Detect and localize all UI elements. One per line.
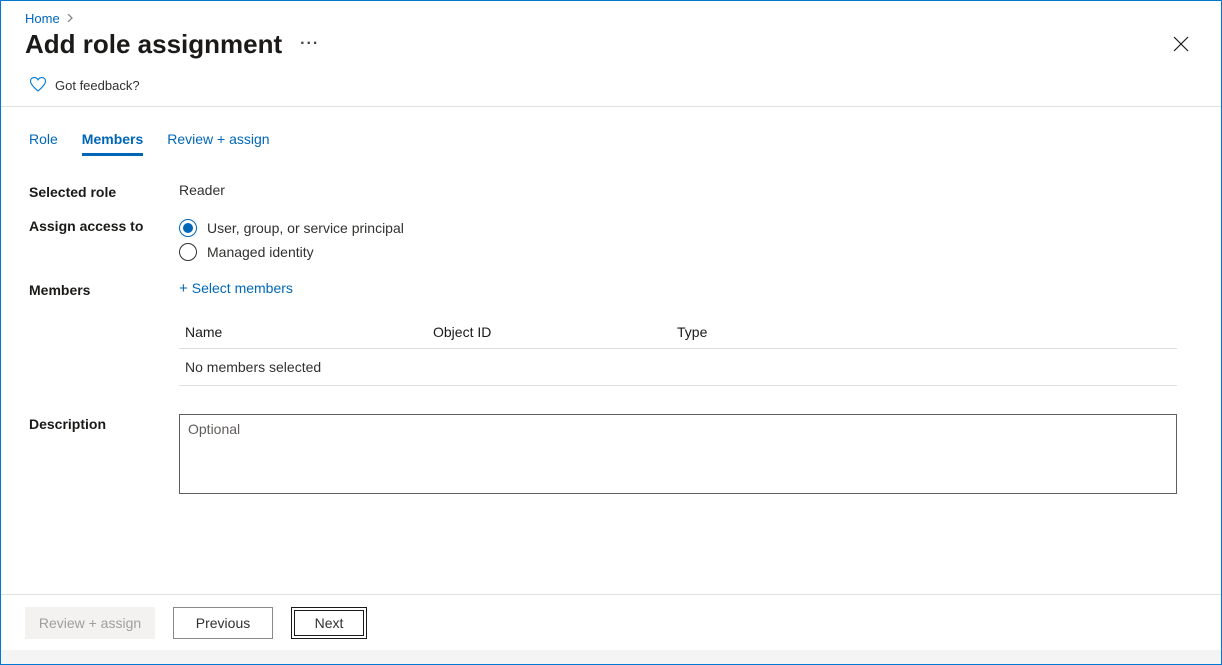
description-textarea[interactable]	[179, 414, 1177, 494]
review-assign-button: Review + assign	[25, 607, 155, 639]
close-button[interactable]	[1165, 28, 1197, 60]
radio-managed-identity[interactable]: Managed identity	[179, 240, 1193, 264]
horizontal-scrollbar[interactable]	[1, 650, 1221, 664]
members-table-header: Name Object ID Type	[179, 316, 1177, 349]
radio-label-managed: Managed identity	[207, 244, 314, 260]
page-title: Add role assignment ···	[25, 29, 319, 60]
col-name: Name	[185, 324, 433, 340]
select-members-text: Select members	[192, 280, 293, 296]
assign-access-options: User, group, or service principal Manage…	[179, 216, 1193, 264]
titlebar: Add role assignment ···	[1, 28, 1221, 66]
page-frame: Home Add role assignment ··· Got feedbac…	[0, 0, 1222, 665]
chevron-right-icon	[66, 13, 74, 25]
members-empty-row: No members selected	[179, 349, 1177, 386]
description-label: Description	[29, 414, 179, 432]
feedback-text: Got feedback?	[55, 78, 140, 93]
plus-icon: +	[179, 281, 188, 296]
body-inner: Role Members Review + assign Selected ro…	[1, 107, 1221, 545]
close-icon	[1173, 36, 1189, 52]
radio-label-user: User, group, or service principal	[207, 220, 404, 236]
tab-role[interactable]: Role	[29, 125, 58, 156]
body-scroll[interactable]: Role Members Review + assign Selected ro…	[1, 107, 1221, 664]
tab-members[interactable]: Members	[82, 125, 143, 156]
tabs: Role Members Review + assign	[29, 125, 1193, 174]
selected-role-label: Selected role	[29, 182, 179, 200]
selected-role-value: Reader	[179, 182, 1193, 198]
page-title-text: Add role assignment	[25, 29, 282, 60]
col-object-id: Object ID	[433, 324, 677, 340]
radio-user-group-principal[interactable]: User, group, or service principal	[179, 216, 1193, 240]
footer: Review + assign Previous Next	[1, 594, 1221, 650]
row-description: Description	[29, 406, 1193, 505]
select-members-link[interactable]: + Select members	[179, 280, 1193, 296]
tab-review-assign[interactable]: Review + assign	[167, 125, 269, 156]
col-type: Type	[677, 324, 1171, 340]
previous-button[interactable]: Previous	[173, 607, 273, 639]
row-selected-role: Selected role Reader	[29, 174, 1193, 208]
breadcrumb-home-link[interactable]: Home	[25, 11, 60, 26]
feedback-link[interactable]: Got feedback?	[1, 66, 1221, 106]
breadcrumb: Home	[1, 1, 1221, 28]
more-icon[interactable]: ···	[300, 35, 319, 53]
next-button[interactable]: Next	[291, 607, 367, 639]
assign-access-label: Assign access to	[29, 216, 179, 234]
heart-icon	[29, 76, 47, 94]
members-empty-text: No members selected	[185, 359, 433, 375]
radio-icon	[179, 243, 197, 261]
members-label: Members	[29, 280, 179, 298]
row-members: Members + Select members Name Object ID …	[29, 272, 1193, 394]
radio-icon	[179, 219, 197, 237]
row-assign-access: Assign access to User, group, or service…	[29, 208, 1193, 272]
members-table: Name Object ID Type No members selected	[179, 316, 1177, 386]
